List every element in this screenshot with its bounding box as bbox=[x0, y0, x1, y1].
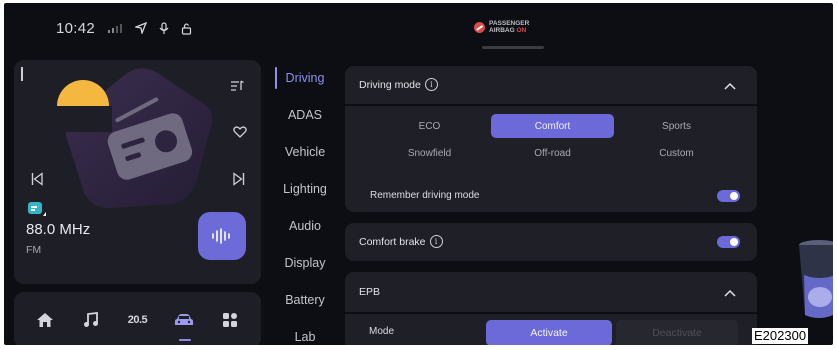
apps-icon[interactable] bbox=[215, 305, 245, 335]
mode-option-custom[interactable]: Custom bbox=[615, 141, 738, 165]
next-icon[interactable] bbox=[233, 172, 245, 186]
location-arrow-icon bbox=[135, 22, 148, 34]
chevron-up-icon[interactable] bbox=[723, 286, 737, 300]
mode-option-comfort[interactable]: Comfort bbox=[491, 114, 614, 138]
epb-panel: EPB Mode Activate Deactivate bbox=[345, 272, 757, 345]
info-icon[interactable]: i bbox=[429, 235, 443, 248]
info-icon[interactable]: i bbox=[424, 78, 438, 91]
comfort-brake-label: Comfort brake bbox=[359, 235, 426, 248]
microphone-icon bbox=[159, 21, 169, 35]
media-indicator bbox=[21, 67, 23, 81]
airbag-line1: PASSENGER bbox=[489, 20, 530, 27]
passenger-airbag-indicator: PASSENGER AIRBAG ON bbox=[474, 20, 529, 34]
airbag-off-icon bbox=[474, 21, 485, 33]
airbag-state: ON bbox=[516, 27, 527, 34]
playlist-icon[interactable] bbox=[230, 80, 244, 92]
status-bar: 10:42 bbox=[56, 17, 192, 39]
mode-option-sports[interactable]: Sports bbox=[615, 114, 738, 138]
heart-icon[interactable] bbox=[233, 126, 247, 138]
mode-option-eco[interactable]: ECO bbox=[368, 114, 491, 138]
temperature-readout: 20.5 bbox=[127, 314, 148, 326]
mode-option-snowfield[interactable]: Snowfield bbox=[368, 141, 491, 165]
radio-album-art bbox=[48, 64, 228, 219]
media-card[interactable]: 88.0 MHz FM bbox=[14, 60, 261, 284]
epb-deactivate-button[interactable]: Deactivate bbox=[616, 320, 738, 345]
nav-item-lighting[interactable]: Lighting bbox=[274, 176, 336, 202]
waveform-icon[interactable] bbox=[198, 212, 246, 260]
epb-mode-label: Mode bbox=[369, 326, 395, 337]
clock: 10:42 bbox=[56, 19, 96, 37]
drag-handle[interactable] bbox=[482, 46, 544, 49]
chevron-up-icon[interactable] bbox=[723, 79, 737, 93]
nav-item-display[interactable]: Display bbox=[274, 250, 336, 276]
nav-item-audio[interactable]: Audio bbox=[274, 213, 336, 239]
climate-icon[interactable]: 20.5 bbox=[122, 305, 152, 335]
cup-illustration bbox=[796, 235, 833, 330]
nav-item-battery[interactable]: Battery bbox=[274, 287, 336, 313]
signal-icon bbox=[107, 23, 123, 33]
epb-activate-button[interactable]: Activate bbox=[486, 320, 612, 345]
driving-mode-panel: Driving mode i ECO Comfort Sports Snowfi… bbox=[345, 66, 757, 212]
comfort-brake-panel: Comfort brake i bbox=[345, 223, 757, 261]
comfort-brake-toggle[interactable] bbox=[717, 236, 740, 248]
home-icon[interactable] bbox=[30, 305, 60, 335]
previous-icon[interactable] bbox=[31, 172, 43, 186]
mode-option-off-road[interactable]: Off-road bbox=[491, 141, 614, 165]
nav-item-driving[interactable]: Driving bbox=[274, 65, 336, 91]
airbag-line2: AIRBAG bbox=[489, 27, 517, 34]
nav-item-adas[interactable]: ADAS bbox=[274, 102, 336, 128]
epb-title: EPB bbox=[359, 286, 381, 298]
lock-icon bbox=[181, 22, 192, 35]
bottom-dock: 20.5 bbox=[14, 292, 261, 345]
music-icon[interactable] bbox=[76, 305, 106, 335]
car-settings-screen: 10:42 PASSENGER AIRBAG ON 88.0 MHz FM 20… bbox=[4, 3, 833, 345]
radio-frequency: 88.0 MHz bbox=[26, 221, 91, 238]
radio-band: FM bbox=[26, 244, 42, 256]
driving-mode-title: Driving mode bbox=[359, 78, 421, 91]
nav-item-vehicle[interactable]: Vehicle bbox=[274, 139, 336, 165]
car-icon[interactable] bbox=[169, 305, 199, 341]
nav-item-lab[interactable]: Lab bbox=[274, 324, 336, 345]
figure-code: E202300 bbox=[752, 328, 809, 344]
remember-driving-mode-label: Remember driving mode bbox=[370, 190, 480, 201]
radio-source-icon bbox=[27, 201, 47, 217]
remember-driving-mode-toggle[interactable] bbox=[717, 190, 740, 202]
